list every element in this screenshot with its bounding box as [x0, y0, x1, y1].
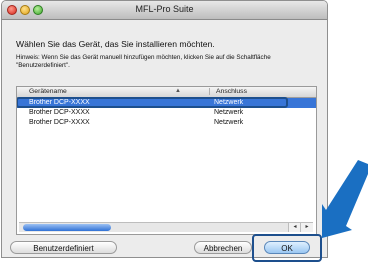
title-bar: MFL-Pro Suite: [2, 1, 327, 20]
connection-cell: Netzwerk: [214, 119, 244, 126]
window-title: MFL-Pro Suite: [135, 4, 194, 14]
selection-highlight-frame: [17, 97, 288, 108]
scroll-right-icon[interactable]: ▸: [300, 223, 313, 232]
custom-button[interactable]: Benutzerdefiniert: [10, 241, 117, 254]
dialog-heading: Wählen Sie das Gerät, das Sie installier…: [16, 39, 215, 49]
table-row[interactable]: Brother DCP-XXXX Netzwerk: [17, 118, 316, 128]
table-row[interactable]: Brother DCP-XXXX Netzwerk: [17, 108, 316, 118]
device-name-cell: Brother DCP-XXXX: [29, 119, 90, 126]
installer-window: MFL-Pro Suite Wählen Sie das Gerät, das …: [1, 0, 328, 258]
column-header-connection[interactable]: Anschluss: [209, 88, 247, 95]
connection-cell: Netzwerk: [214, 109, 244, 116]
arrow-pointer-icon: [322, 160, 368, 238]
scrollbar-thumb[interactable]: [23, 224, 111, 231]
cancel-button[interactable]: Abbrechen: [194, 241, 252, 254]
dialog-hint: Hinweis: Wenn Sie das Gerät manuell hinz…: [16, 54, 271, 69]
horizontal-scrollbar[interactable]: ◂ ▸: [19, 222, 313, 232]
device-name-cell: Brother DCP-XXXX: [29, 109, 90, 116]
ok-highlight-frame: [252, 234, 322, 262]
column-header-device-name[interactable]: Gerätename: [29, 88, 67, 95]
device-table[interactable]: Gerätename ▲ Anschluss Brother DCP-XXXX …: [16, 86, 317, 235]
sort-ascending-icon: ▲: [175, 88, 181, 94]
